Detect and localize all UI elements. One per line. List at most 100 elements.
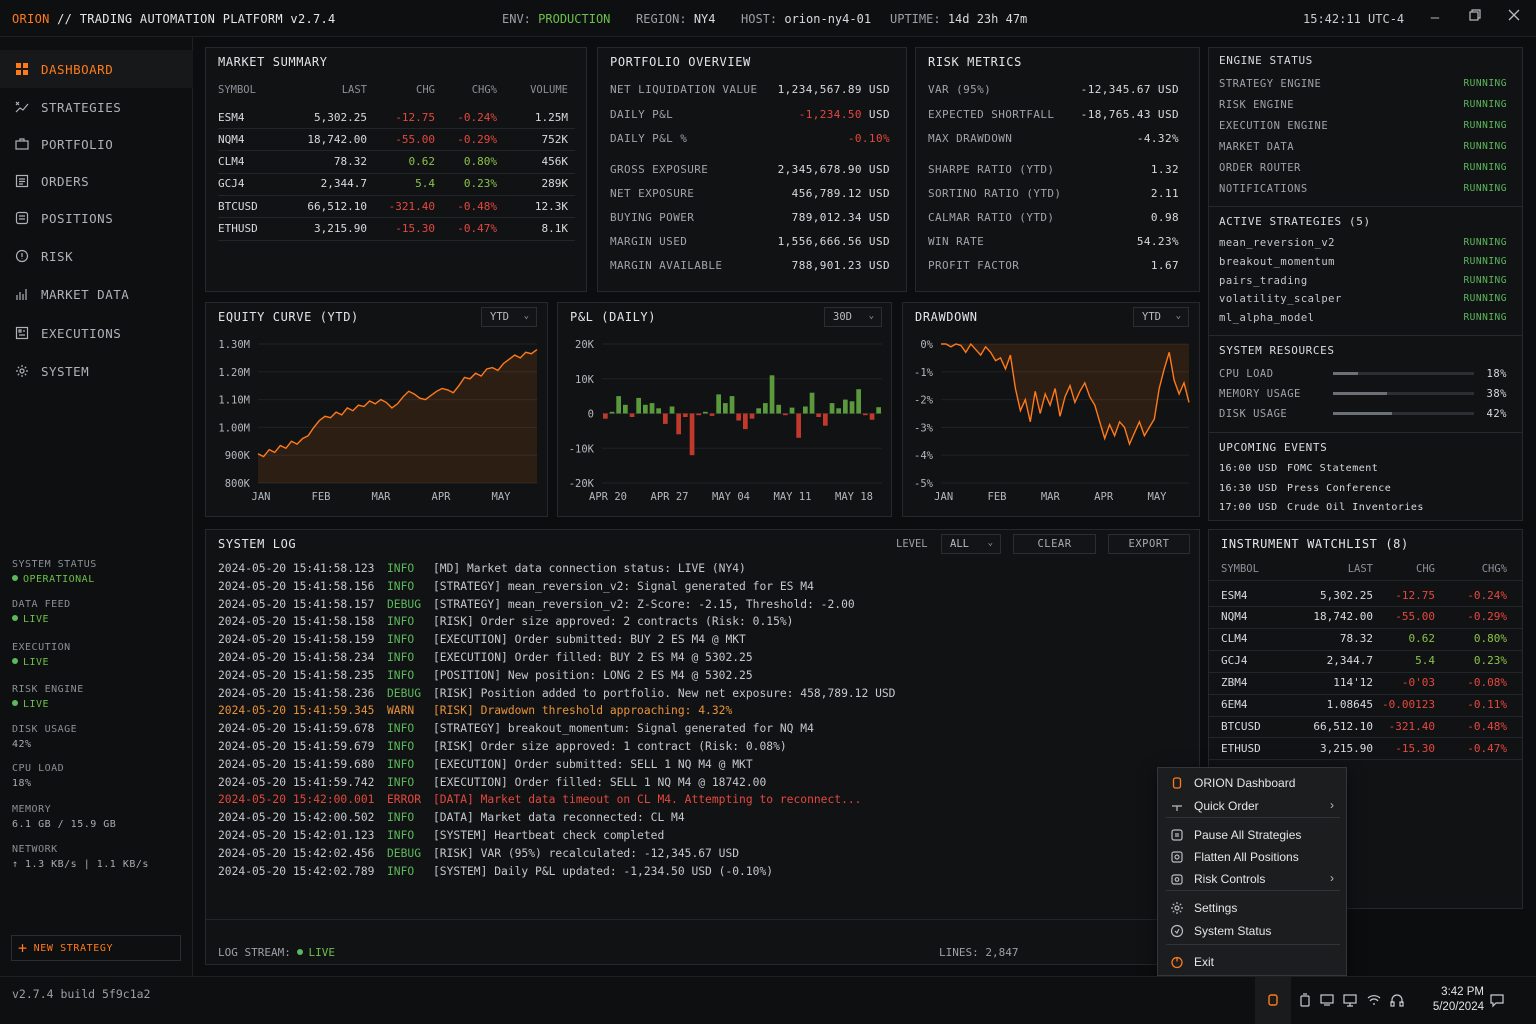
log-message: [DATA] Market data reconnected: CL M4 [433, 811, 685, 825]
bar [643, 404, 648, 414]
minimize-icon[interactable]: — [1424, 8, 1446, 28]
status-data-feed: DATA FEED LIVE [12, 599, 71, 625]
menu-item-flatten-all-positions[interactable]: Flatten All Positions [1158, 846, 1346, 868]
metric-row: SHARPE RATIO (YTD) 1.32 [928, 163, 1179, 176]
table-cell: 2,344.7 [320, 177, 367, 191]
x-tick-label: APR [1094, 491, 1114, 503]
chevron-right-icon: › [1330, 871, 1334, 885]
menu-item-exit[interactable]: Exit [1158, 951, 1346, 973]
sidebar-item-strategies[interactable]: STRATEGIES [0, 88, 193, 126]
table-cell: -0.47% [457, 222, 497, 235]
menu-item-system-status[interactable]: System Status [1158, 920, 1346, 942]
sidebar-item-market-data[interactable]: MARKET DATA [0, 275, 193, 313]
y-tick-label: -5% [914, 478, 934, 490]
bar [863, 413, 868, 416]
equity-range-select[interactable]: YTD ⌄ [481, 307, 537, 327]
sidebar-item-dashboard[interactable]: DASHBOARD [0, 50, 193, 88]
log-line: 2024-05-20 15:41:59.680 INFO [EXECUTION] O… [218, 758, 753, 775]
log-line: 2024-05-20 15:41:58.236 DEBUG [RISK] Posit… [218, 687, 896, 704]
table-row[interactable]: CLM4 78.32 0.62 0.80% 456K [218, 151, 575, 174]
log-line: 2024-05-20 15:41:59.679 INFO [RISK] Order … [218, 740, 787, 757]
metric-row: VAR (95%) -12,345.67 USD [928, 83, 1179, 96]
sidebar-item-label: DASHBOARD [41, 61, 114, 77]
clear-log-button[interactable]: CLEAR [1013, 534, 1096, 554]
sidebar-item-risk[interactable]: RISK [0, 237, 193, 275]
log-timestamp: 2024-05-20 15:42:00.502 [218, 811, 375, 825]
table-row[interactable]: NQM4 18,742.00 -55.00 -0.29% 752K [218, 128, 575, 152]
sidebar-item-label: POSITIONS [41, 210, 114, 226]
status-badge: RUNNING [1463, 141, 1507, 152]
taskbar-clock[interactable]: 3:42 PM 5/20/2024 [1404, 985, 1484, 1015]
column-header: LAST [341, 83, 367, 96]
menu-item-orion-dashboard[interactable]: ORION Dashboard [1158, 772, 1346, 794]
status-badge: RUNNING [1463, 237, 1507, 248]
pnl-range-select[interactable]: 30D ⌄ [824, 307, 882, 327]
metric-value: 789,012.34 USD [791, 211, 890, 224]
table-cell: -321.40 [388, 199, 435, 213]
log-message: [DATA] Market data timeout on CL M4. Att… [433, 793, 862, 807]
table-row[interactable]: ESM4 5,302.25 -12.75 -0.24% 1.25M [218, 106, 575, 129]
table-cell: CLM4 [218, 155, 245, 169]
battery-icon[interactable] [1297, 992, 1313, 1008]
table-cell: 5,302.25 [314, 110, 367, 124]
table-cell: 1.08645 [1326, 698, 1373, 711]
table-row[interactable]: ESM4 5,302.25 -12.75 -0.24% [1209, 584, 1522, 607]
table-cell: BTCUSD [218, 199, 258, 213]
table-row[interactable]: ZBM4 114'12 -0'03 -0.08% [1209, 672, 1522, 695]
orion-tray-icon[interactable] [1265, 992, 1281, 1008]
sidebar: DASHBOARD STRATEGIES PORTFOLIO ORDERS POSITI… [0, 37, 193, 998]
close-icon[interactable] [1503, 8, 1525, 28]
portfolio-overview-panel: PORTFOLIO OVERVIEW NET LIQUIDATION VALUE… [597, 47, 907, 292]
status-execution: EXECUTION LIVE [12, 642, 71, 668]
table-cell: -0.29% [1467, 610, 1507, 624]
table-row[interactable]: GCJ4 2,344.7 5.4 0.23% [1209, 650, 1522, 673]
table-cell: 3,215.90 [1320, 741, 1373, 755]
bar [776, 404, 781, 414]
status-badge: RUNNING [1463, 293, 1507, 305]
sidebar-item-positions[interactable]: POSITIONS [0, 199, 193, 237]
table-row[interactable]: NQM4 18,742.00 -55.00 -0.29% [1209, 606, 1522, 629]
y-tick-label: 1.30M [218, 339, 250, 351]
bar [689, 413, 695, 456]
table-row[interactable]: BTCUSD 66,512.10 -321.40 -0.48% [1209, 715, 1522, 739]
resource-bar [1333, 372, 1474, 375]
market-summary-panel: MARKET SUMMARY SYMBOL LAST CHG CHG% VOLUME ES… [205, 47, 587, 292]
new-strategy-button[interactable]: + NEW STRATEGY [11, 935, 181, 961]
metric-label: MARGIN AVAILABLE [610, 259, 723, 272]
drawdown-range-select[interactable]: YTD ⌄ [1133, 307, 1189, 327]
menu-item-settings[interactable]: Settings [1158, 897, 1346, 919]
metric-row: DAILY P&L -1,234.50 USD [610, 108, 890, 121]
table-cell: ESM4 [1221, 588, 1248, 602]
sidebar-item-orders[interactable]: ORDERS [0, 162, 193, 200]
table-cell: -0.48% [457, 199, 497, 213]
engine-row: volatility_scalper RUNNING [1219, 293, 1507, 306]
panel-title: PORTFOLIO OVERVIEW [610, 55, 751, 69]
display-icon[interactable] [1319, 992, 1335, 1008]
table-row[interactable]: ETHUSD 3,215.90 -15.30 -0.47% [1209, 737, 1522, 761]
table-row[interactable]: GCJ4 2,344.7 5.4 0.23% 289K [218, 173, 575, 196]
menu-item-pause-all-strategies[interactable]: Pause All Strategies [1158, 824, 1346, 846]
risk-controls-icon [1170, 872, 1184, 886]
log-message: [RISK] Position added to portfolio. New … [433, 686, 896, 700]
network-icon[interactable] [1366, 992, 1382, 1008]
table-row[interactable]: ETHUSD 3,215.90 -15.30 -0.47% 8.1K [218, 218, 575, 241]
table-row[interactable]: 6EM4 1.08645 -0.00123 -0.11% [1209, 694, 1522, 717]
restore-icon[interactable] [1464, 8, 1486, 28]
monitor-icon[interactable] [1342, 992, 1358, 1008]
panel-title: DRAWDOWN [915, 310, 978, 324]
notifications-icon[interactable] [1489, 992, 1505, 1008]
level-select[interactable]: ALL ⌄ [941, 534, 1001, 554]
headphones-icon[interactable] [1389, 992, 1405, 1008]
table-row[interactable]: CLM4 78.32 0.62 0.80% [1209, 628, 1522, 651]
log-message: [POSITION] New position: LONG 2 ES M4 @ … [433, 668, 753, 682]
export-log-button[interactable]: EXPORT [1108, 534, 1190, 554]
menu-item-quick-order[interactable]: Quick Order › [1158, 795, 1346, 817]
metric-value: -4.32% [1136, 132, 1179, 145]
table-cell: -0.11% [1467, 698, 1507, 711]
sidebar-item-executions[interactable]: EXECUTIONS [0, 314, 193, 352]
sidebar-item-portfolio[interactable]: PORTFOLIO [0, 125, 193, 163]
metric-label: BUYING POWER [610, 211, 695, 224]
table-row[interactable]: BTCUSD 66,512.10 -321.40 -0.48% 12.3K [218, 195, 575, 219]
menu-item-risk-controls[interactable]: Risk Controls › [1158, 868, 1346, 890]
sidebar-item-system[interactable]: SYSTEM [0, 352, 193, 390]
